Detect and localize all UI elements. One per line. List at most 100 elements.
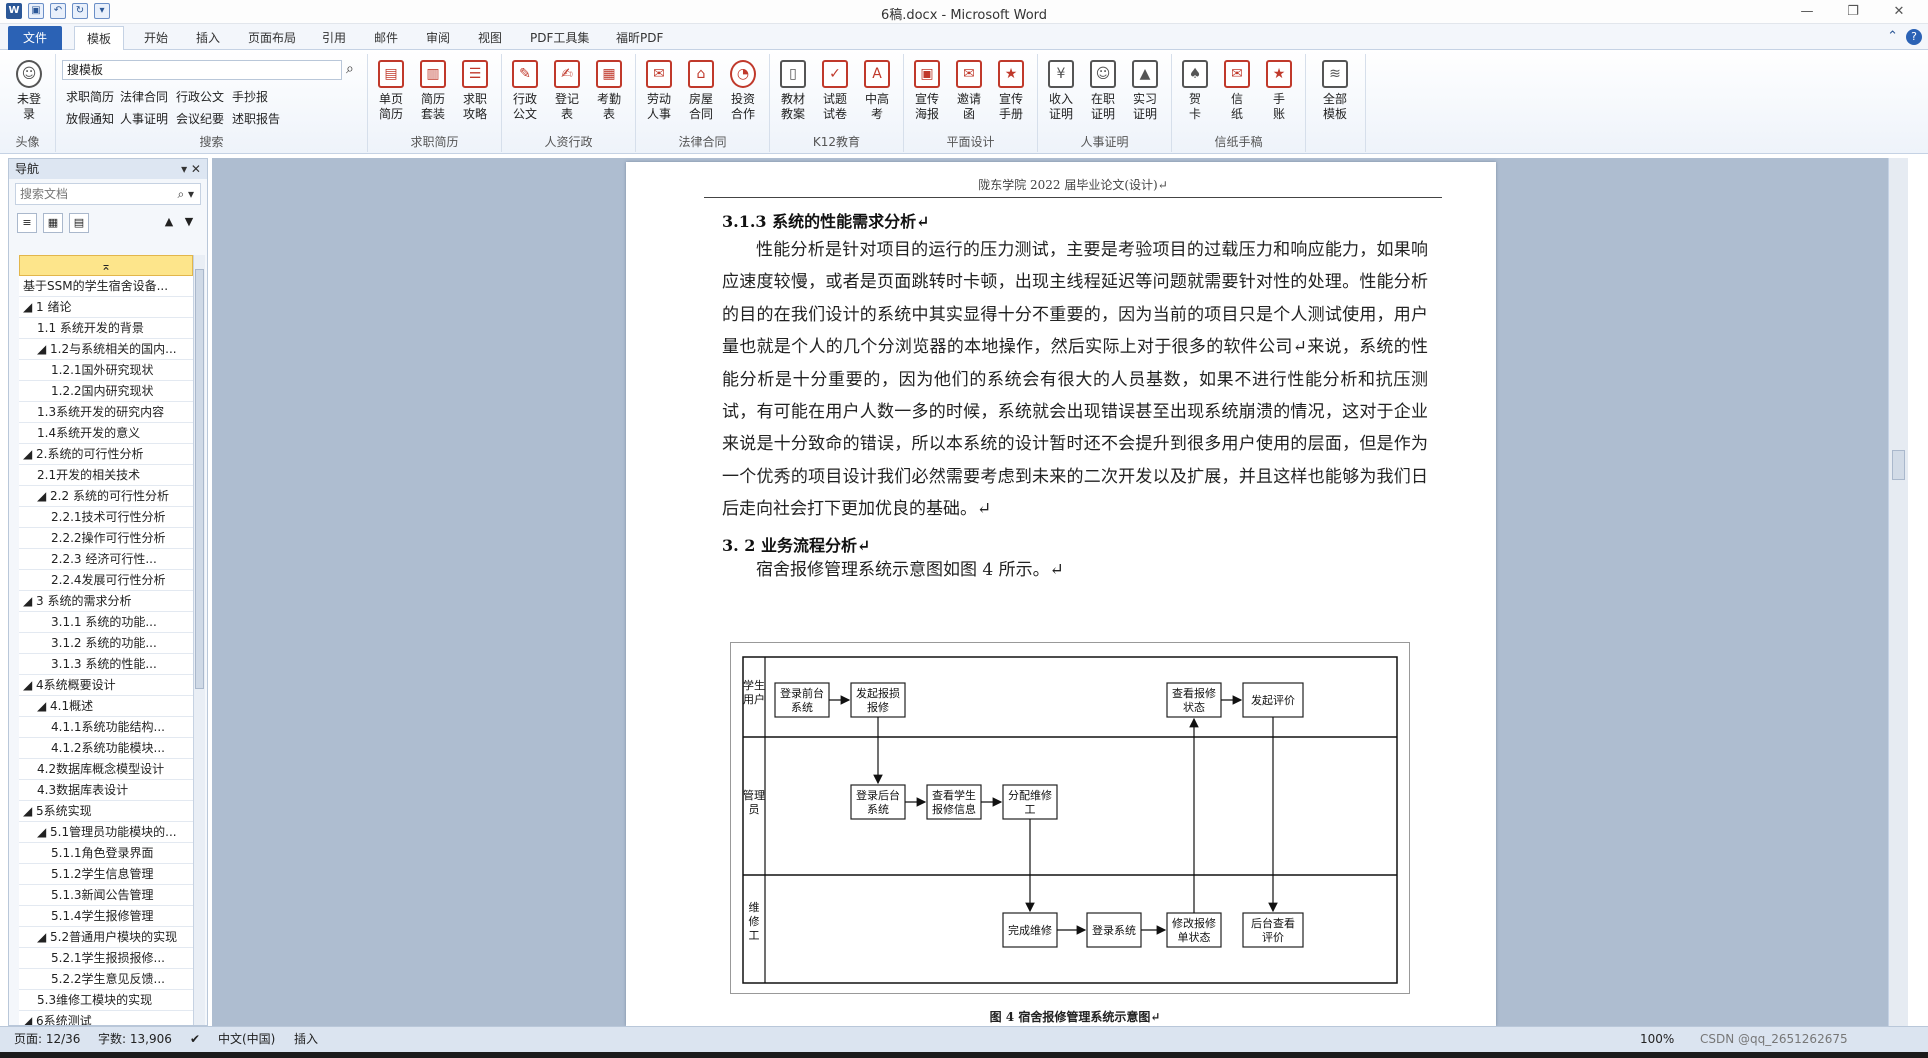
nav-heading-item[interactable]: 4.1.2系统功能模块... xyxy=(19,738,193,759)
attendance-button[interactable]: ▦ 考勤表 xyxy=(590,60,628,122)
minimize-icon[interactable]: — xyxy=(1784,2,1830,22)
nav-heading-item[interactable]: 5.2.2学生意见反馈... xyxy=(19,969,193,990)
link-meeting-minutes[interactable]: 会议纪要 xyxy=(176,110,224,127)
template-search-input[interactable]: 搜模板 xyxy=(62,60,342,80)
nav-heading-item[interactable]: ◢ 2.系统的可行性分析 xyxy=(19,444,193,465)
nav-heading-item[interactable]: 1.2.1国外研究现状 xyxy=(19,360,193,381)
nav-heading-item[interactable]: ◢ 1 绪论 xyxy=(19,297,193,318)
nav-heading-item[interactable]: 2.2.2操作可行性分析 xyxy=(19,528,193,549)
register-form-button[interactable]: ✍ 登记表 xyxy=(548,60,586,122)
headings-view-icon[interactable]: ≡ xyxy=(17,213,37,233)
status-insert-mode[interactable]: 插入 xyxy=(294,1027,318,1051)
login-button[interactable]: ☺ 未登 录 xyxy=(10,60,48,122)
nav-heading-item[interactable]: 1.4系统开发的意义 xyxy=(19,423,193,444)
nav-scrollbar[interactable] xyxy=(193,255,205,1025)
textbook-button[interactable]: ▯ 教材 教案 xyxy=(774,60,812,122)
nav-heading-item[interactable]: 2.2.3 经济可行性... xyxy=(19,549,193,570)
nav-heading-item[interactable]: 5.1.4学生报修管理 xyxy=(19,906,193,927)
entrance-exam-button[interactable]: A 中高考 xyxy=(858,60,896,122)
close-icon[interactable]: ✕ xyxy=(1876,2,1922,22)
link-hr-certificate[interactable]: 人事证明 xyxy=(120,110,168,127)
status-zoom[interactable]: 100% xyxy=(1640,1027,1674,1051)
nav-heading-item[interactable]: 2.1开发的相关技术 xyxy=(19,465,193,486)
nav-heading-item[interactable]: 3.1.3 系统的性能... xyxy=(19,654,193,675)
tab-page-layout[interactable]: 页面布局 xyxy=(236,26,308,50)
proofing-icon[interactable]: ✔ xyxy=(190,1027,200,1051)
results-view-icon[interactable]: ▤ xyxy=(69,213,89,233)
nav-heading-item[interactable]: 4.1.1系统功能结构... xyxy=(19,717,193,738)
income-proof-button[interactable]: ¥ 收入 证明 xyxy=(1042,60,1080,122)
nav-heading-item[interactable]: 4.3数据库表设计 xyxy=(19,780,193,801)
nav-heading-item[interactable]: ◢ 1.2与系统相关的国内... xyxy=(19,339,193,360)
link-contract[interactable]: 法律合同 xyxy=(120,88,168,105)
help-icon[interactable]: ? xyxy=(1906,29,1922,45)
link-official-doc[interactable]: 行政公文 xyxy=(176,88,224,105)
nav-heading-item[interactable]: 5.2.1学生报损报修... xyxy=(19,948,193,969)
status-page[interactable]: 页面: 12/36 xyxy=(14,1027,80,1051)
tab-review[interactable]: 审阅 xyxy=(414,26,462,50)
status-word-count[interactable]: 字数: 13,906 xyxy=(98,1027,172,1051)
tab-insert[interactable]: 插入 xyxy=(184,26,232,50)
nav-heading-item[interactable]: 5.1.2学生信息管理 xyxy=(19,864,193,885)
internship-proof-button[interactable]: ▲ 实习 证明 xyxy=(1126,60,1164,122)
all-templates-button[interactable]: ≋ 全部 模板 xyxy=(1316,60,1354,122)
nav-heading-item[interactable]: 5.3维修工模块的实现 xyxy=(19,990,193,1011)
nav-heading-item[interactable]: 1.3系统开发的研究内容 xyxy=(19,402,193,423)
nav-heading-item[interactable]: ◢ 5.2普通用户模块的实现 xyxy=(19,927,193,948)
link-work-report[interactable]: 述职报告 xyxy=(232,110,280,127)
single-resume-button[interactable]: ▤ 单页 简历 xyxy=(372,60,410,122)
poster-button[interactable]: ▣ 宣传 海报 xyxy=(908,60,946,122)
link-holiday-notice[interactable]: 放假通知 xyxy=(66,110,114,127)
nav-heading-item[interactable]: ◢ 5系统实现 xyxy=(19,801,193,822)
tab-file[interactable]: 文件 xyxy=(8,26,62,50)
status-language[interactable]: 中文(中国) xyxy=(218,1027,275,1051)
search-icon[interactable]: ⌕ ▾ xyxy=(177,184,194,204)
nav-heading-item[interactable]: ◢ 4系统概要设计 xyxy=(19,675,193,696)
nav-heading-item[interactable]: 2.2.4发展可行性分析 xyxy=(19,570,193,591)
search-icon[interactable]: ⌕ xyxy=(346,61,354,77)
tab-pdf-tools[interactable]: PDF工具集 xyxy=(518,26,601,50)
house-contract-button[interactable]: ⌂ 房屋 合同 xyxy=(682,60,720,122)
nav-heading-item[interactable]: 5.1.1角色登录界面 xyxy=(19,843,193,864)
tab-mailings[interactable]: 邮件 xyxy=(362,26,410,50)
nav-prev-icon[interactable]: ▲ xyxy=(159,213,179,233)
letter-paper-button[interactable]: ✉ 信纸 xyxy=(1218,60,1256,122)
greeting-card-button[interactable]: ♠ 贺卡 xyxy=(1176,60,1214,122)
nav-heading-item[interactable]: ◢ 3 系统的需求分析 xyxy=(19,591,193,612)
nav-collapse-all[interactable]: ⌅ xyxy=(19,255,193,276)
document-scrollbar[interactable] xyxy=(1888,158,1908,1026)
nav-heading-item[interactable]: 5.1.3新闻公告管理 xyxy=(19,885,193,906)
nav-heading-item[interactable]: 3.1.1 系统的功能... xyxy=(19,612,193,633)
tab-references[interactable]: 引用 xyxy=(310,26,358,50)
nav-search-input[interactable]: 搜索文档 ⌕ ▾ xyxy=(15,183,201,205)
nav-heading-item[interactable]: ◢ 2.2 系统的可行性分析 xyxy=(19,486,193,507)
invitation-button[interactable]: ✉ 邀请函 xyxy=(950,60,988,122)
link-handcopy[interactable]: 手抄报 xyxy=(232,88,268,105)
document-page[interactable]: 陇东学院 2022 届毕业论文(设计)↵ 3.1.3 系统的性能需求分析↵ 性能… xyxy=(626,162,1496,1026)
tab-template[interactable]: 模板 xyxy=(74,26,125,50)
resume-set-button[interactable]: ▥ 简历 套装 xyxy=(414,60,452,122)
labor-button[interactable]: ✉ 劳动 人事 xyxy=(640,60,678,122)
nav-close-icon[interactable]: ▾ ✕ xyxy=(181,159,201,179)
job-guide-button[interactable]: ☰ 求职 攻略 xyxy=(456,60,494,122)
journal-button[interactable]: ★ 手账 xyxy=(1260,60,1298,122)
nav-heading-item[interactable]: ◢ 4.1概述 xyxy=(19,696,193,717)
brochure-button[interactable]: ★ 宣传 手册 xyxy=(992,60,1030,122)
employment-proof-button[interactable]: ☺ 在职 证明 xyxy=(1084,60,1122,122)
nav-heading-item[interactable]: 基于SSM的学生宿舍设备... xyxy=(19,276,193,297)
tab-view[interactable]: 视图 xyxy=(466,26,514,50)
investment-button[interactable]: ◔ 投资 合作 xyxy=(724,60,762,122)
nav-next-icon[interactable]: ▼ xyxy=(179,213,199,233)
tab-foxit-pdf[interactable]: 福昕PDF xyxy=(604,26,675,50)
nav-heading-item[interactable]: ◢ 6系统测试 xyxy=(19,1011,193,1025)
nav-heading-item[interactable]: 2.2.1技术可行性分析 xyxy=(19,507,193,528)
nav-heading-item[interactable]: 1.2.2国内研究现状 xyxy=(19,381,193,402)
collapse-ribbon-icon[interactable]: ⌃ xyxy=(1887,29,1898,45)
restore-icon[interactable]: ❐ xyxy=(1830,2,1876,22)
tab-home[interactable]: 开始 xyxy=(132,26,180,50)
exam-paper-button[interactable]: ✓ 试题 试卷 xyxy=(816,60,854,122)
admin-doc-button[interactable]: ✎ 行政 公文 xyxy=(506,60,544,122)
nav-heading-item[interactable]: 3.1.2 系统的功能... xyxy=(19,633,193,654)
nav-heading-item[interactable]: 4.2数据库概念模型设计 xyxy=(19,759,193,780)
pages-view-icon[interactable]: ▦ xyxy=(43,213,63,233)
